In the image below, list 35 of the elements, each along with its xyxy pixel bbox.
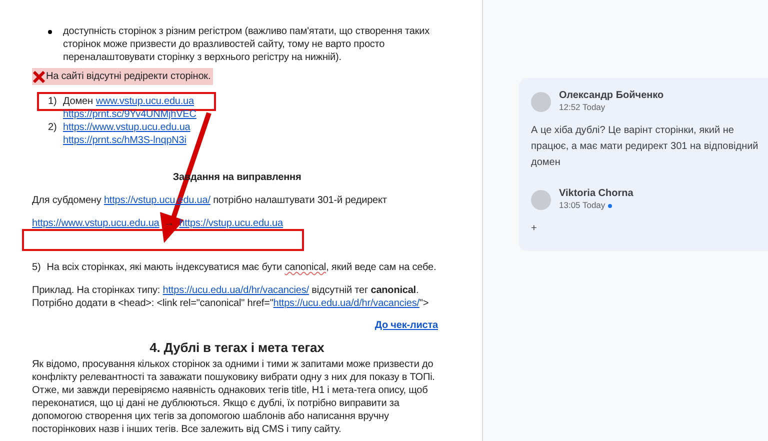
link[interactable]: https://prnt.sc/9Yv4UNMjhVEC (63, 108, 196, 121)
example-text: відсутній тег canonical. (312, 285, 419, 296)
checklist-link[interactable]: До чек-листа (374, 319, 438, 332)
fix-text: Для субдомену (32, 195, 102, 206)
section-paragraph: Як відомо, просування кількох сторінок за одними і тими ж запитами може призвести до конфлікту релевантності та заважати пошуковику вибрати одну з них для показу в ТОПі. Отже, ми завжди перевіряємо наявність однакових тегів title, H1 і мета-тега опису, щоб переконатися, що ці дані не дублюються. Якщо є дублі, їх потрібно виправити за допомогою створення цих тегів за допомогою шаблонів або написання вручну посторінкових назв і інших тегів. Все залежить від CMS і типу сайту. (32, 358, 436, 436)
bullet-icon (48, 30, 52, 34)
point-text: На всіх сторінках, які мають індексуватися має бути canonical, який веде сам на себе. (46, 261, 436, 274)
fix-text: потрібно налаштувати 301-й редирект (213, 195, 387, 206)
link[interactable]: www.vstup.ucu.edu.ua (96, 95, 194, 108)
link[interactable]: https://www.vstup.ucu.edu.ua (63, 121, 190, 134)
avatar (531, 190, 551, 210)
list-number: 5) (32, 261, 41, 274)
bullet-text: доступність сторінок з різним регістром (важливо пам'ятати, що створення таких сторінок може призвести до вразливостей сайту, тому не варто просто переналаштовувати сторінку з верхнього регістру на нижній). (63, 25, 431, 64)
link[interactable]: https://www.vstup.ucu.edu.ua (32, 217, 160, 230)
comment-author: Олександр Бойченко (559, 90, 664, 102)
link[interactable]: https://prnt.sc/hM3S-lnqpN3i (63, 134, 186, 147)
list-number: 2) (48, 121, 58, 135)
example-text: Приклад. На сторінках типу: (32, 285, 160, 296)
example-text: "> (419, 298, 429, 309)
avatar (531, 92, 551, 112)
comment-author: Viktoria Chorna (559, 188, 634, 200)
comment-time: 13:05 Today (559, 200, 606, 211)
arrow-text: → (164, 217, 174, 230)
comment-time: 12:52 Today (559, 102, 606, 113)
link[interactable]: https://ucu.edu.ua/d/hr/vacancies/ (273, 298, 420, 309)
link[interactable]: https://vstup.ucu.edu.ua (179, 217, 283, 230)
section-heading: 4. Дублі в тегах і мета тегах (148, 340, 326, 356)
list-label: Домен (63, 95, 93, 108)
issue-text: На сайті відсутні редіректи сторінок. (46, 70, 211, 83)
list-number: 1) (48, 95, 58, 109)
example-text: Потрібно додати в <head>: <link rel="canonical" href=" (32, 298, 274, 309)
comment-text: А це хіба дублі? Це варінт сторінки, який не працює, а має мати редирект 301 на відповідний домен (531, 124, 760, 170)
comment-text: + (531, 222, 538, 236)
cross-icon (32, 70, 46, 82)
link[interactable]: https://ucu.edu.ua/d/hr/vacancies/ (162, 285, 309, 296)
